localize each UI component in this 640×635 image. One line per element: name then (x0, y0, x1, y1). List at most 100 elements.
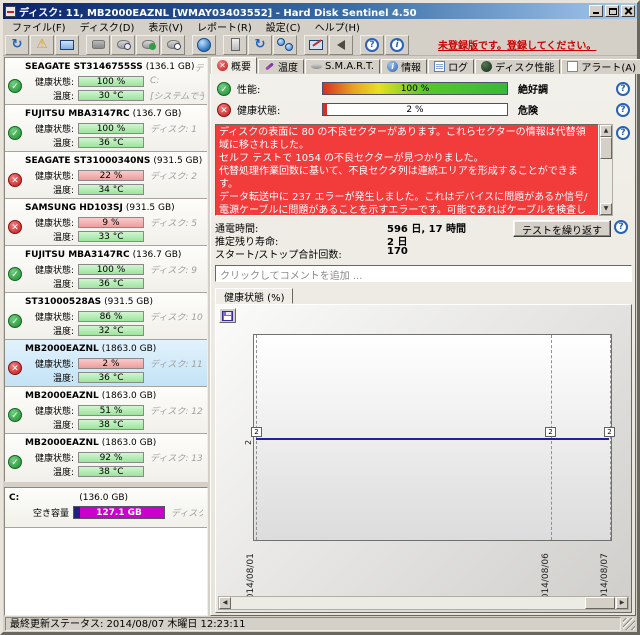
scroll-up-icon[interactable]: ▲ (600, 125, 612, 137)
speaker-icon (337, 40, 345, 50)
performance-help-icon[interactable]: ? (616, 82, 630, 96)
warning-textbox[interactable]: ディスクの表面に 80 の不良セクターがあります。これらセクターの情報は代替領域… (215, 124, 599, 216)
disk-refresh-icon: ↻ (255, 38, 266, 51)
temperature-label: 温度: (26, 465, 74, 478)
resize-grip[interactable] (623, 618, 635, 630)
warning-help-icon[interactable]: ? (616, 126, 630, 140)
temperature-label: 温度: (26, 230, 74, 243)
problem-report-button[interactable]: ⚠ (30, 35, 54, 55)
menu-help[interactable]: ヘルプ(H) (308, 18, 367, 35)
overview-error-icon: ✕ (217, 60, 228, 71)
disk-list-item[interactable]: SAMSUNG HD103SJ(931.5 GB) ✕ 健康状態:9 %ディスク… (5, 199, 207, 246)
window-title: ディスク: 11, MB2000EAZNL [WMAY03403552] - H… (19, 4, 589, 19)
disk-name: SEAGATE ST31000340NS (25, 156, 150, 166)
scroll-thumb[interactable] (600, 137, 612, 159)
drive-button[interactable] (223, 35, 247, 55)
close-button[interactable] (621, 5, 635, 17)
scroll-thumb[interactable] (585, 597, 615, 609)
retest-button[interactable]: テストを繰り返す (513, 220, 611, 237)
overview-tab-content: ✓ 性能: 100 % 絶好調 ? ✕ 健康状態: 2 % 危険 ? ディスクの… (210, 74, 636, 616)
disk-list-item-selected[interactable]: MB2000EAZNL(1863.0 GB) ✕ 健康状態:2 %ディスク: 1… (5, 340, 207, 387)
tab-overview[interactable]: ✕概要 (211, 57, 257, 74)
menu-config[interactable]: 設定(C) (259, 18, 308, 35)
health-bar: 9 % (78, 217, 144, 228)
disk-number-label: ディスク: 2 (150, 169, 204, 182)
disk-number-label: ディスク: 5 (150, 216, 204, 229)
disk-list-item[interactable]: MB2000EAZNL(1863.0 GB) ✓ 健康状態:51 %ディスク: … (5, 387, 207, 434)
scroll-down-icon[interactable]: ▼ (600, 203, 612, 215)
sound-button[interactable] (329, 35, 353, 55)
health-label: 健康状態: (26, 404, 74, 417)
system-monitor-button[interactable] (55, 35, 79, 55)
app-icon (5, 6, 16, 17)
menu-report[interactable]: レポート(R) (190, 18, 259, 35)
scan-tool-button[interactable] (86, 35, 110, 55)
power-on-time-value: 596 日, 17 時間 (387, 220, 466, 233)
save-chart-button[interactable] (219, 308, 236, 323)
tab-information[interactable]: i情報 (381, 59, 427, 74)
disk-list-item[interactable]: SEAGATE ST3146755SS(136.1 GB)ディスク: 0 ✓ 健… (5, 58, 207, 105)
scroll-left-icon[interactable]: ◀ (219, 597, 231, 609)
tab-alert[interactable]: アラート(A) (561, 59, 640, 74)
disk-list-item[interactable]: MB2000EAZNL(1863.0 GB) ✓ 健康状態:92 %ディスク: … (5, 434, 207, 481)
temperature-label: 温度: (26, 89, 74, 102)
report-button[interactable] (304, 35, 328, 55)
titlebar[interactable]: ディスク: 11, MB2000EAZNL [WMAY03403552] - H… (3, 3, 637, 19)
health-bar: 100 % (78, 76, 144, 87)
disk-name: MB2000EAZNL (25, 438, 99, 448)
menu-view[interactable]: 表示(V) (141, 18, 190, 35)
warning-line: 代替処理作業回数に基いて、不良セクタ列は連続エリアを形成することができます。 (219, 165, 595, 191)
health-status-icon: ✕ (8, 361, 22, 375)
tab-performance[interactable]: ディスク性能 (475, 59, 560, 74)
performance-ok-icon: ✓ (217, 82, 231, 96)
tab-health-chart[interactable]: 健康状態 (%) (215, 288, 293, 304)
disk-surface-button[interactable] (161, 35, 185, 55)
stats-section: 通電時間:596 日, 17 時間 推定残り寿命:2 日 スタート/ストップ合計… (215, 220, 632, 259)
chart-h-scrollbar[interactable]: ◀ ▶ (218, 596, 629, 610)
registration-notice-link[interactable]: 未登録版です。登録してください。 (438, 37, 596, 52)
smart-icon (311, 61, 322, 72)
tab-temperature[interactable]: 温度 (258, 59, 304, 74)
disk-name: FUJITSU MBA3147RC (25, 250, 130, 260)
disk-list-item[interactable]: FUJITSU MBA3147RC(136.7 GB) ✓ 健康状態:100 %… (5, 246, 207, 293)
health-help-icon[interactable]: ? (616, 103, 630, 117)
disk-list-item[interactable]: FUJITSU MBA3147RC(136.7 GB) ✓ 健康状態:100 %… (5, 105, 207, 152)
health-status-icon: ✓ (8, 267, 22, 281)
refresh-button[interactable]: ↻ (5, 35, 29, 55)
health-bar: 51 % (78, 405, 144, 416)
temperature-label: 温度: (26, 324, 74, 337)
last-update-status: 最終更新ステータス: 2014/08/07 木曜日 12:23:11 (5, 617, 621, 631)
maximize-button[interactable] (605, 5, 619, 17)
tab-bar: ✕概要 温度 S.M.A.R.T. i情報 ログ ディスク性能 アラート(A) (210, 57, 636, 74)
disk-schedule-button[interactable] (111, 35, 135, 55)
warning-line: セルフ テストで 1054 の不良セクターが見つかりました。 (219, 152, 595, 165)
minimize-button[interactable] (589, 5, 603, 17)
network-button[interactable] (273, 35, 297, 55)
comment-input[interactable]: クリックしてコメントを追加 ... (215, 265, 632, 282)
temperature-bar: 38 °C (78, 419, 144, 430)
performance-row: ✓ 性能: 100 % 絶好調 ? (215, 78, 632, 99)
temperature-bar: 32 °C (78, 325, 144, 336)
disk-size: (136.7 GB) (133, 109, 182, 119)
warning-scrollbar[interactable]: ▲ ▼ (599, 124, 613, 216)
volume-list-item[interactable]: C:(136.0 GB) 空き容量 127.1 GB ディスク: 0 (5, 488, 207, 528)
disk-list-item[interactable]: SEAGATE ST31000340NS(931.5 GB) ✕ 健康状態:22… (5, 152, 207, 199)
disk-refresh-button[interactable]: ↻ (248, 35, 272, 55)
disk-list-item[interactable]: ST31000528AS(931.5 GB) ✓ 健康状態:86 %ディスク: … (5, 293, 207, 340)
performance-icon (481, 61, 492, 72)
tab-log[interactable]: ログ (428, 59, 474, 74)
estimated-lifetime-value: 2 日 (387, 233, 407, 246)
health-status-icon: ✓ (8, 455, 22, 469)
info-button[interactable]: i (385, 35, 409, 55)
menu-file[interactable]: ファイル(F) (5, 18, 73, 35)
scroll-right-icon[interactable]: ▶ (616, 597, 628, 609)
web-button[interactable] (192, 35, 216, 55)
tab-smart[interactable]: S.M.A.R.T. (305, 59, 380, 74)
temperature-bar: 36 °C (78, 372, 144, 383)
health-bar: 22 % (78, 170, 144, 181)
help-button[interactable]: ? (360, 35, 384, 55)
retest-help-icon[interactable]: ? (614, 220, 628, 234)
disk-test-button[interactable] (136, 35, 160, 55)
menu-disk[interactable]: ディスク(D) (73, 18, 142, 35)
disk-name: MB2000EAZNL (25, 344, 99, 354)
